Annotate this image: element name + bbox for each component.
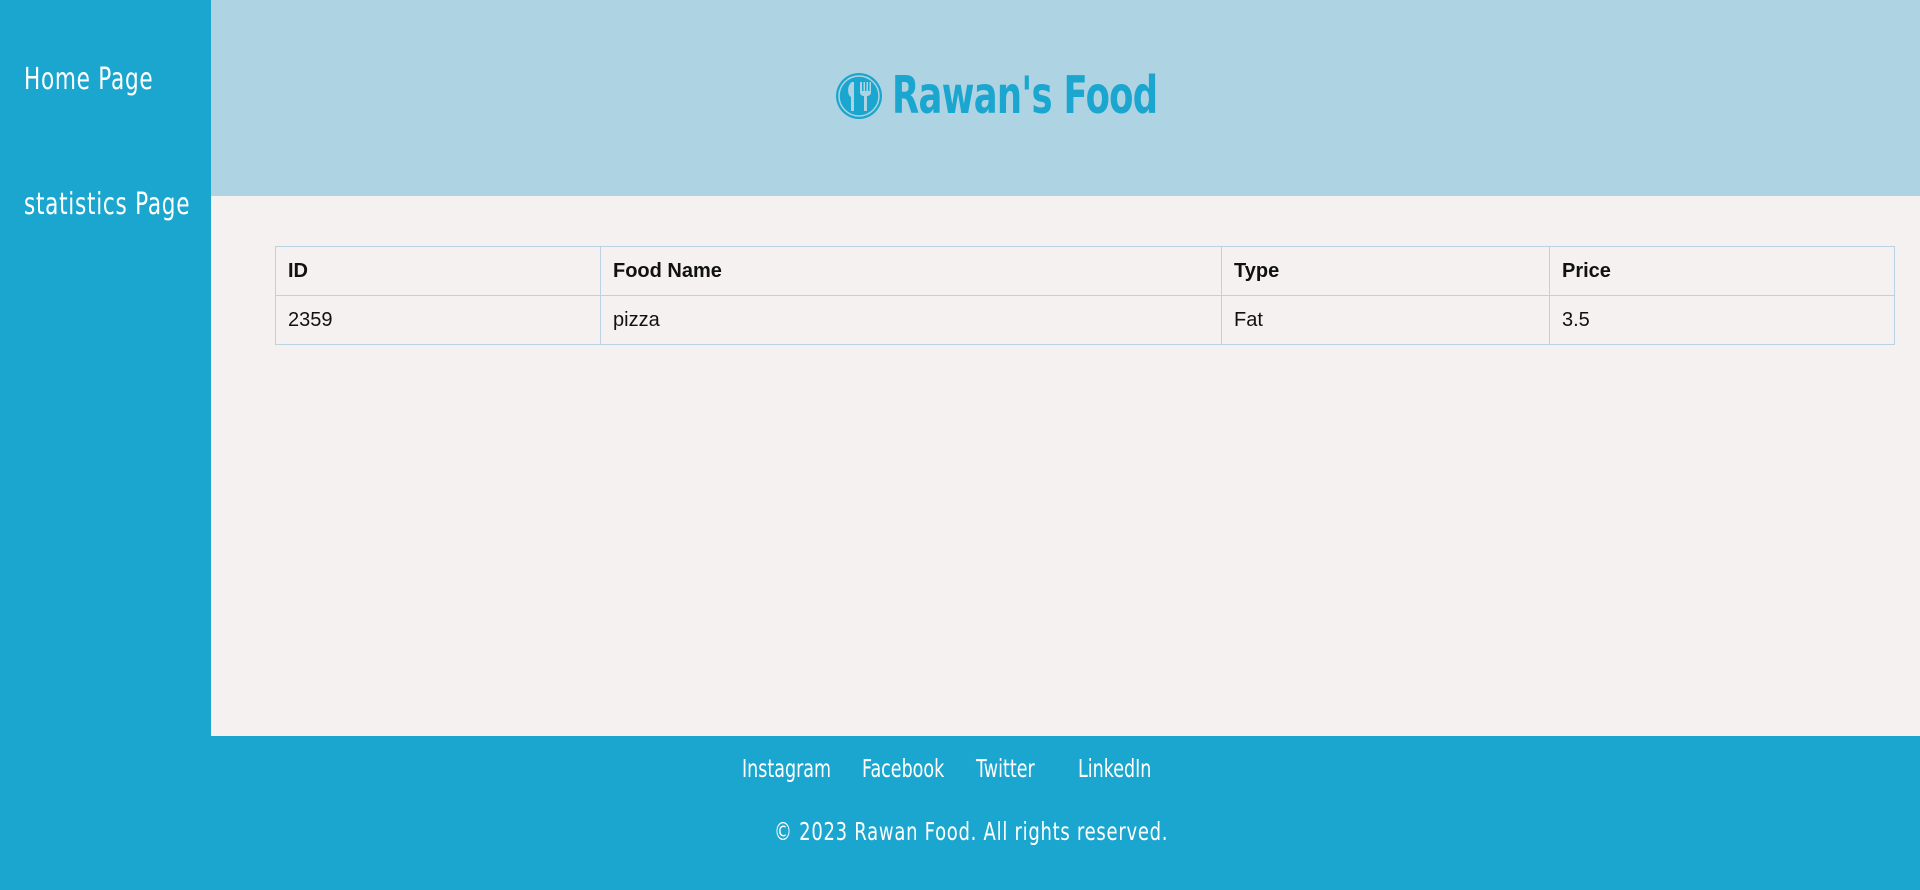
cell-food-name: pizza — [600, 295, 1222, 345]
main-content: ID Food Name Type Price 2359 pizza Fat 3… — [211, 196, 1920, 736]
cell-price: 3.5 — [1549, 295, 1895, 345]
social-links: Instagram Facebook Twitter LinkedIn — [742, 754, 1168, 783]
column-header-price: Price — [1549, 246, 1895, 296]
table-row: 2359 pizza Fat 3.5 — [275, 295, 1895, 345]
column-header-type: Type — [1221, 246, 1550, 296]
fork-knife-icon — [836, 73, 882, 119]
instagram-link[interactable]: Instagram — [742, 754, 862, 783]
cell-type: Fat — [1221, 295, 1550, 345]
facebook-link[interactable]: Facebook — [862, 754, 976, 783]
copyright-text: © 2023 Rawan Food. All rights reserved. — [774, 817, 1169, 846]
page-footer: Instagram Facebook Twitter LinkedIn © 20… — [0, 736, 1920, 890]
sidebar-item-statistics-page[interactable]: statistics Page — [24, 187, 190, 222]
linkedin-link[interactable]: LinkedIn — [1078, 754, 1168, 783]
brand: Rawan's Food — [834, 70, 1282, 122]
column-header-food-name: Food Name — [600, 246, 1222, 296]
sidebar-item-home-page[interactable]: Home Page — [24, 62, 153, 97]
food-table: ID Food Name Type Price 2359 pizza Fat 3… — [275, 246, 1895, 345]
page-title: Rawan's Food — [892, 66, 1158, 126]
page-header: Rawan's Food — [211, 0, 1920, 196]
twitter-link[interactable]: Twitter — [976, 754, 1078, 783]
column-header-id: ID — [275, 246, 601, 296]
table-header-row: ID Food Name Type Price — [275, 246, 1895, 296]
cell-id: 2359 — [275, 295, 601, 345]
